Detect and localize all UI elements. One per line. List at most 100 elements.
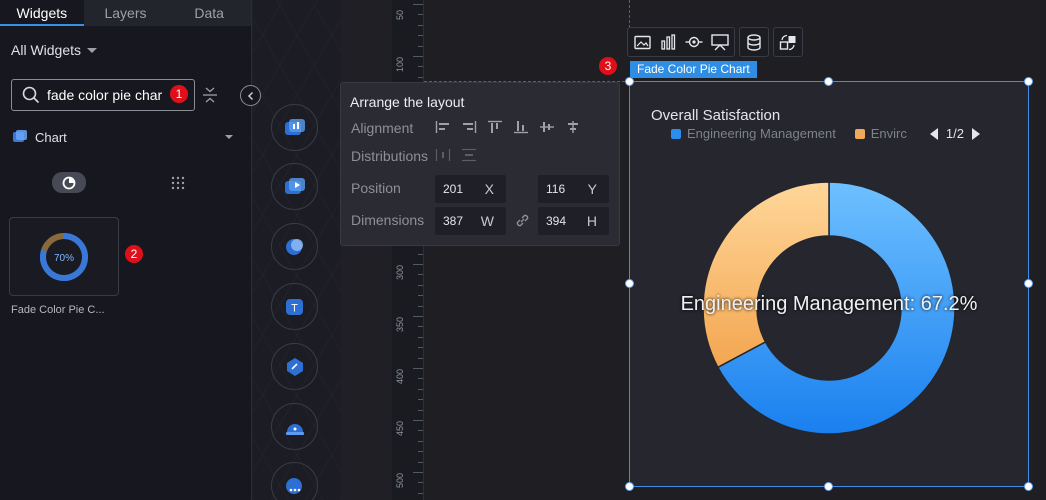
strip-item-graphic[interactable] (271, 343, 318, 390)
align-right-icon[interactable] (461, 120, 477, 134)
fade-color-pie-widget-card[interactable]: 70% (9, 217, 119, 296)
scope-dropdown[interactable]: All Widgets (11, 42, 98, 58)
pie-slice-environment[interactable] (702, 181, 830, 369)
resize-handle-right[interactable] (1024, 279, 1033, 288)
h-unit: H (586, 213, 597, 229)
align-center-vertical-icon[interactable] (539, 120, 555, 134)
search-icon (22, 86, 40, 104)
text-widget-icon: T (285, 298, 303, 315)
image-edit-icon (633, 35, 651, 49)
height-value: 394 (546, 214, 567, 228)
resize-handle-bottom-right[interactable] (1024, 482, 1033, 491)
ruler-tick (413, 4, 423, 5)
align-bottom-icon[interactable] (513, 120, 529, 134)
collapse-all-icon[interactable] (202, 86, 218, 104)
distribute-horizontal-icon[interactable] (435, 148, 451, 162)
resize-handle-bottom-left[interactable] (625, 482, 634, 491)
target-icon (685, 36, 703, 48)
ruler-tick (418, 357, 423, 359)
width-field[interactable]: 387 W (435, 207, 506, 235)
fade-color-pie-chart[interactable]: Overall Satisfaction Engineering Managem… (629, 81, 1029, 487)
strip-item-alarm[interactable] (271, 403, 318, 450)
pie-icon (62, 176, 76, 189)
resize-handle-left[interactable] (625, 279, 634, 288)
more-widget-icon (285, 477, 302, 494)
graphic-widget-icon (286, 357, 303, 376)
ruler-label: 50 (395, 9, 405, 20)
component-toolbar (627, 27, 803, 57)
pie-view-toggle[interactable] (52, 172, 86, 193)
chart-category-icon (13, 130, 27, 142)
step-badge-2: 2 (125, 245, 143, 263)
tab-data[interactable]: Data (167, 0, 251, 26)
tab-widgets[interactable]: Widgets (0, 0, 84, 26)
data-source-button[interactable] (743, 31, 765, 53)
ruler-tick (418, 305, 423, 307)
link-ratio-icon[interactable] (514, 212, 531, 229)
preview-button[interactable] (709, 31, 731, 53)
interaction-button[interactable] (683, 31, 705, 53)
ruler-label: 450 (395, 420, 405, 436)
convert-widget-button[interactable] (777, 31, 799, 53)
ruler-tick (418, 14, 423, 16)
collapse-panel-button[interactable] (240, 85, 261, 106)
resize-handle-bottom[interactable] (824, 482, 833, 491)
alignment-guide-vertical (629, 0, 630, 28)
position-label: Position (351, 180, 401, 196)
ruler-tick (418, 35, 423, 37)
ruler-label: 500 (395, 472, 405, 488)
scope-label: All Widgets (11, 42, 82, 58)
toolbar-group-data (739, 27, 769, 57)
video-widget-icon (284, 177, 305, 194)
chevron-down-icon[interactable] (225, 135, 233, 139)
strip-item-text[interactable]: T (271, 283, 318, 330)
ruler-tick (418, 399, 423, 401)
category-chart[interactable]: Chart (12, 129, 67, 145)
search-box[interactable] (11, 79, 195, 111)
bar-chart-icon (660, 34, 675, 50)
ruler-tick (413, 264, 423, 265)
align-top-icon[interactable] (487, 120, 503, 134)
thumbnail-value: 70% (54, 253, 74, 264)
strip-item-map[interactable] (271, 223, 318, 270)
svg-text:T: T (291, 302, 298, 314)
ruler-tick (418, 45, 423, 47)
strip-item-more[interactable] (271, 462, 318, 500)
resize-handle-top-right[interactable] (1024, 77, 1033, 86)
ruler-label: 350 (395, 316, 405, 332)
tab-layers[interactable]: Layers (84, 0, 168, 26)
ruler-tick (418, 461, 423, 463)
ruler-tick (418, 388, 423, 390)
resize-handle-top[interactable] (824, 77, 833, 86)
ruler-tick (418, 482, 423, 484)
x-unit: X (484, 181, 494, 197)
ruler-tick (418, 347, 423, 349)
arrange-layout-popup: Arrange the layout Alignment Distributio… (340, 82, 620, 246)
widget-icon-strip: T (253, 0, 341, 500)
position-x-field[interactable]: 201 X (435, 175, 506, 203)
ruler-tick (418, 295, 423, 297)
position-y-field[interactable]: 116 Y (538, 175, 609, 203)
edit-widget-button[interactable] (631, 31, 653, 53)
chart-data-button[interactable] (657, 31, 679, 53)
ruler-label: 300 (395, 264, 405, 280)
align-center-horizontal-icon[interactable] (565, 120, 581, 134)
component-name-tag: Fade Color Pie Chart (630, 61, 757, 78)
strip-item-video[interactable] (271, 163, 318, 210)
height-field[interactable]: 394 H (538, 207, 609, 235)
align-left-icon[interactable] (435, 120, 451, 134)
grid-view-icon[interactable] (171, 176, 185, 190)
ruler-tick (418, 66, 423, 68)
donut-chart (702, 181, 956, 435)
strip-item-bar[interactable] (271, 104, 318, 151)
y-unit: Y (587, 181, 597, 197)
distribute-vertical-icon[interactable] (461, 148, 477, 162)
resize-handle-top-left[interactable] (625, 77, 634, 86)
distribution-buttons (435, 148, 477, 162)
position-y-value: 116 (546, 182, 566, 196)
ruler-label: 100 (395, 56, 405, 72)
search-input[interactable] (47, 87, 167, 103)
ruler-tick (418, 492, 423, 494)
ruler-tick (418, 336, 423, 338)
ruler-tick (418, 274, 423, 276)
